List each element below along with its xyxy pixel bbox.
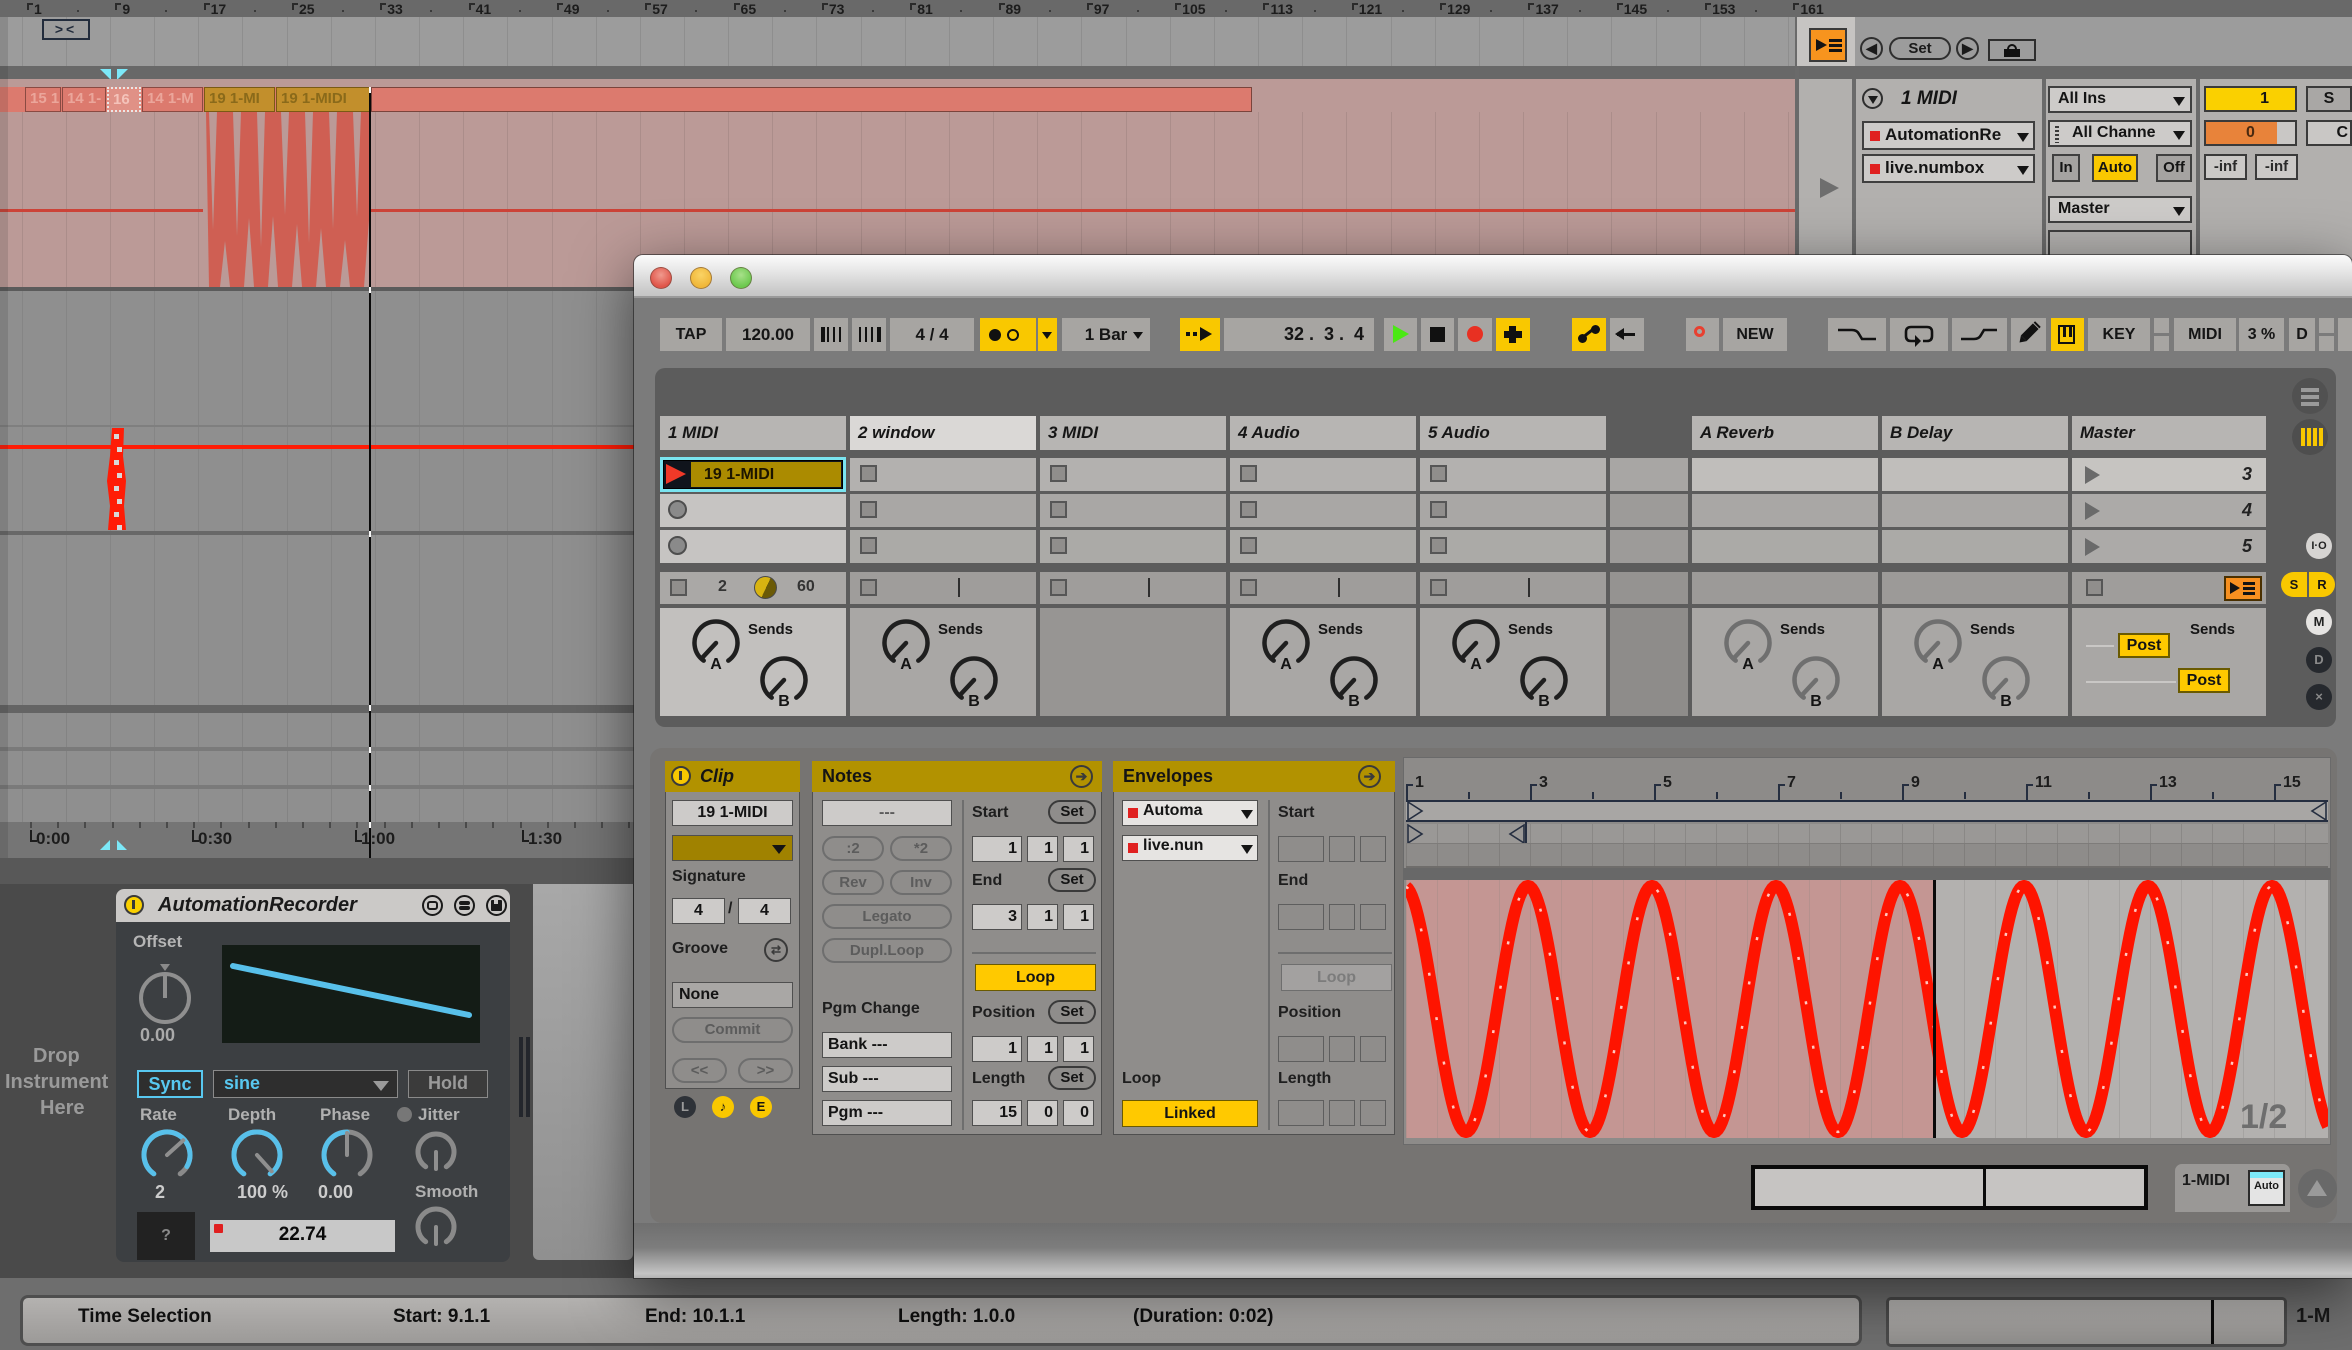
svg-text:B: B (1538, 693, 1550, 710)
svg-text:B: B (778, 693, 790, 710)
svg-text:A: A (1932, 656, 1944, 673)
svg-text:B: B (1810, 693, 1822, 710)
svg-text:A: A (1280, 656, 1292, 673)
svg-text:A: A (900, 656, 912, 673)
svg-text:B: B (1348, 693, 1360, 710)
svg-text:A: A (710, 656, 722, 673)
svg-text:A: A (1470, 656, 1482, 673)
svg-text:B: B (2000, 693, 2012, 710)
svg-text:A: A (1742, 656, 1754, 673)
svg-text:B: B (968, 693, 980, 710)
